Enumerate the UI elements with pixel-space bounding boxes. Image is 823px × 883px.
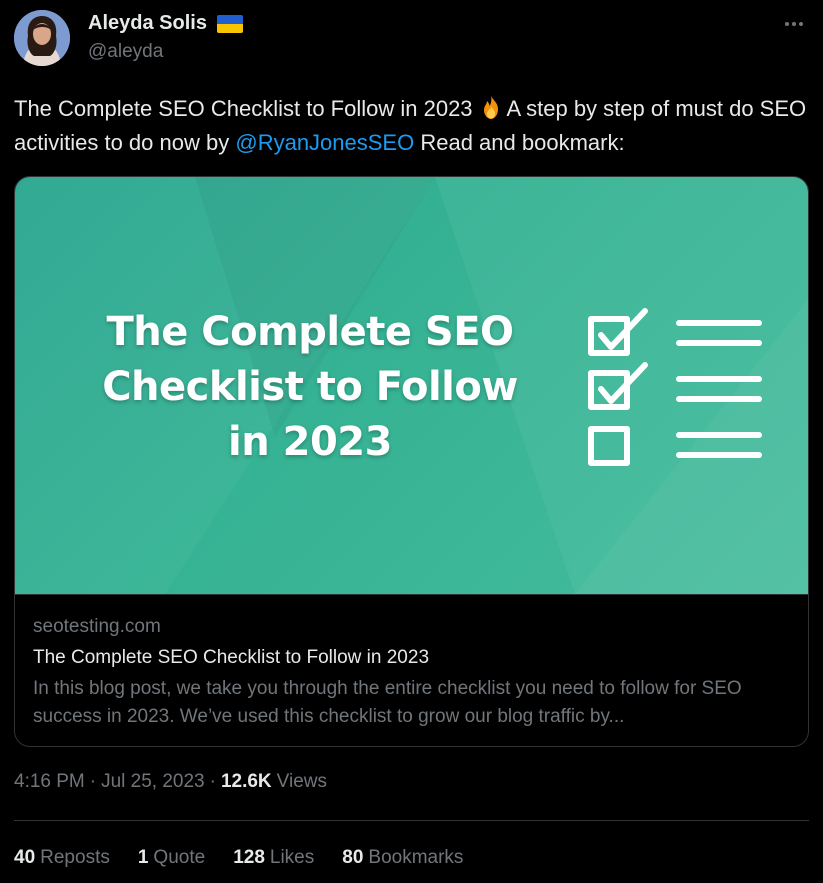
card-description: In this blog post, we take you through t… bbox=[33, 678, 742, 727]
views-count: 12.6K bbox=[220, 771, 272, 792]
card-image[interactable]: The Complete SEO Checklist to Follow in … bbox=[15, 177, 808, 594]
card-title[interactable]: The Complete SEO Checklist to Follow in … bbox=[33, 645, 792, 671]
tweet-text: The Complete SEO Checklist to Follow in … bbox=[14, 92, 814, 160]
tweet-date[interactable]: Jul 25, 2023 bbox=[101, 771, 205, 793]
author-handle[interactable]: @aleyda bbox=[88, 41, 163, 63]
separator: · bbox=[89, 771, 97, 792]
divider bbox=[14, 820, 809, 821]
quotes-stat[interactable]: 1 Quote bbox=[138, 847, 205, 869]
engagement-stats: 40 Reposts 1 Quote 128 Likes 80 Bookmarks bbox=[14, 847, 463, 869]
timestamp-row: 4:16 PM · Jul 25, 2023 · 12.6K Views bbox=[14, 771, 327, 793]
ukraine-flag-icon bbox=[216, 14, 243, 33]
checklist-icon bbox=[588, 308, 762, 466]
likes-stat[interactable]: 128 Likes bbox=[233, 847, 314, 869]
views-label: Views bbox=[276, 771, 327, 792]
avatar[interactable] bbox=[14, 10, 70, 66]
tweet-text-part3: Read and bookmark: bbox=[420, 130, 625, 155]
more-options-icon[interactable] bbox=[779, 12, 809, 36]
author-display-name[interactable]: Aleyda Solis bbox=[88, 12, 207, 35]
separator: · bbox=[209, 771, 216, 792]
tweet-text-part1: The Complete SEO Checklist to Follow in … bbox=[14, 96, 473, 121]
tweet-time[interactable]: 4:16 PM bbox=[14, 771, 85, 793]
reposts-stat[interactable]: 40 Reposts bbox=[14, 847, 110, 869]
fire-emoji-icon bbox=[479, 94, 503, 120]
mention-link[interactable]: @RyanJonesSEO bbox=[235, 130, 414, 155]
card-domain[interactable]: seotesting.com bbox=[33, 615, 792, 639]
card-image-title: The Complete SEO Checklist to Follow in … bbox=[102, 309, 518, 465]
link-card[interactable]: The Complete SEO Checklist to Follow in … bbox=[14, 176, 809, 747]
bookmarks-stat[interactable]: 80 Bookmarks bbox=[342, 847, 463, 869]
